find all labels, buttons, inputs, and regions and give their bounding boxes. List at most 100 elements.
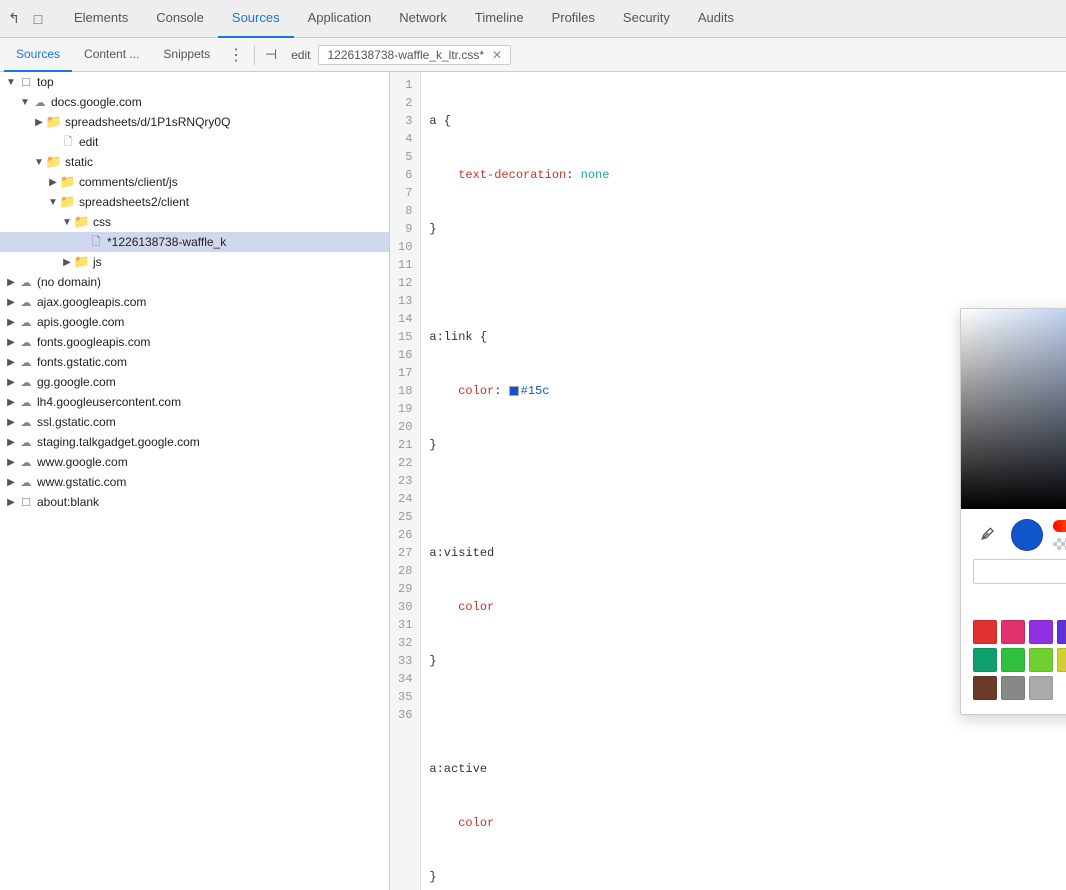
hex-format-label: HEX xyxy=(973,592,1066,604)
swatch-yellow-green[interactable] xyxy=(1057,648,1066,672)
tree-label: *1226138738-waffle_k xyxy=(107,235,226,249)
subnav-sources[interactable]: Sources xyxy=(4,38,72,72)
tree-item-spreadsheets[interactable]: ▶ 📁 spreadsheets/d/1P1sRNQry0Q xyxy=(0,112,389,132)
tree-arrow: ▶ xyxy=(4,435,18,449)
tree-item-comments[interactable]: ▶ 📁 comments/client/js xyxy=(0,172,389,192)
tree-label: fonts.googleapis.com xyxy=(37,335,150,349)
tree-label: edit xyxy=(79,135,98,149)
color-gradient-bg xyxy=(961,309,1066,509)
tree-item-staging-talkgadget[interactable]: ▶ ☁ staging.talkgadget.google.com xyxy=(0,432,389,452)
tree-item-top[interactable]: ▼ ☐ top xyxy=(0,72,389,92)
tab-security[interactable]: Security xyxy=(609,0,684,38)
tree-item-ssl-gstatic[interactable]: ▶ ☁ ssl.gstatic.com xyxy=(0,412,389,432)
swatch-purple[interactable] xyxy=(1029,620,1053,644)
tree-arrow: ▶ xyxy=(4,375,18,389)
tree-item-gg-google[interactable]: ▶ ☁ gg.google.com xyxy=(0,372,389,392)
subnav-content[interactable]: Content ... xyxy=(72,38,151,72)
tree-item-edit[interactable]: ▶ 🗋 edit xyxy=(0,132,389,152)
slider-container xyxy=(1053,520,1066,550)
cloud-icon: ☁ xyxy=(18,314,34,330)
box-icon[interactable]: □ xyxy=(28,9,48,29)
code-line-8 xyxy=(429,490,731,508)
tree-label: js xyxy=(93,255,102,269)
swatch-light-gray[interactable] xyxy=(1029,676,1053,700)
square-icon: ☐ xyxy=(18,494,34,510)
swatch-gray[interactable] xyxy=(1001,676,1025,700)
tree-item-about-blank[interactable]: ▶ ☐ about:blank xyxy=(0,492,389,512)
tab-audits[interactable]: Audits xyxy=(684,0,748,38)
tree-item-static[interactable]: ▼ 📁 static xyxy=(0,152,389,172)
tree-item-js[interactable]: ▶ 📁 js xyxy=(0,252,389,272)
cursor-icon[interactable]: ↰ xyxy=(4,9,24,29)
tree-arrow: ▶ xyxy=(4,275,18,289)
close-file-icon[interactable]: ✕ xyxy=(492,48,502,62)
tree-label: ajax.googleapis.com xyxy=(37,295,146,309)
tree-label: comments/client/js xyxy=(79,175,178,189)
swatch-lime[interactable] xyxy=(1029,648,1053,672)
color-gradient-canvas[interactable] xyxy=(961,309,1066,509)
swatch-green[interactable] xyxy=(1001,648,1025,672)
tree-arrow: ▶ xyxy=(32,115,46,129)
code-line-14: color xyxy=(429,814,731,832)
tree-arrow: ▶ xyxy=(4,295,18,309)
tree-item-docs-google[interactable]: ▼ ☁ docs.google.com xyxy=(0,92,389,112)
cloud-icon: ☁ xyxy=(32,94,48,110)
tab-network[interactable]: Network xyxy=(385,0,461,38)
tab-application[interactable]: Application xyxy=(294,0,386,38)
code-line-15: } xyxy=(429,868,731,886)
tree-label: www.gstatic.com xyxy=(37,475,126,489)
cloud-icon: ☁ xyxy=(18,274,34,290)
tree-item-www-gstatic[interactable]: ▶ ☁ www.gstatic.com xyxy=(0,472,389,492)
tree-item-css[interactable]: ▼ 📁 css xyxy=(0,212,389,232)
tab-timeline[interactable]: Timeline xyxy=(461,0,538,38)
page-purple-icon: 🗋 xyxy=(88,234,104,250)
swatch-brown[interactable] xyxy=(973,676,997,700)
tree-item-spreadsheets2[interactable]: ▼ 📁 spreadsheets2/client xyxy=(0,192,389,212)
tree-item-lh4-googleusercontent[interactable]: ▶ ☁ lh4.googleusercontent.com xyxy=(0,392,389,412)
tab-profiles[interactable]: Profiles xyxy=(538,0,609,38)
tree-label: about:blank xyxy=(37,495,99,509)
swatch-pink[interactable] xyxy=(1001,620,1025,644)
tree-label: spreadsheets2/client xyxy=(79,195,189,209)
tree-item-www-google[interactable]: ▶ ☁ www.google.com xyxy=(0,452,389,472)
tree-item-no-domain[interactable]: ▶ ☁ (no domain) xyxy=(0,272,389,292)
swatch-teal[interactable] xyxy=(973,648,997,672)
tree-item-fonts-googleapis[interactable]: ▶ ☁ fonts.googleapis.com xyxy=(0,332,389,352)
tree-arrow: ▶ xyxy=(46,175,60,189)
code-content[interactable]: a { text-decoration: none } a:link { col… xyxy=(421,72,739,890)
tree-label: fonts.gstatic.com xyxy=(37,355,127,369)
cloud-icon: ☁ xyxy=(18,474,34,490)
open-file-tab[interactable]: 1226138738-waffle_k_ltr.css* ✕ xyxy=(318,45,511,65)
cloud-icon: ☁ xyxy=(18,394,34,410)
picker-top-row xyxy=(973,519,1066,551)
collapse-panel-button[interactable]: ⊣ xyxy=(259,43,283,67)
tab-elements[interactable]: Elements xyxy=(60,0,142,38)
tree-item-fonts-gstatic[interactable]: ▶ ☁ fonts.gstatic.com xyxy=(0,352,389,372)
tree-item-apis-google[interactable]: ▶ ☁ apis.google.com xyxy=(0,312,389,332)
color-swatches-section: ▲ ▼ xyxy=(961,620,1066,714)
code-line-3: } xyxy=(429,220,731,238)
subnav-snippets[interactable]: Snippets xyxy=(151,38,222,72)
swatches-row-2 xyxy=(973,648,1066,672)
hex-input[interactable] xyxy=(982,564,1066,579)
tab-sources[interactable]: Sources xyxy=(218,0,294,38)
hue-slider[interactable] xyxy=(1053,520,1066,532)
tree-item-waffle-css[interactable]: ▶ 🗋 *1226138738-waffle_k xyxy=(0,232,389,252)
code-line-13: a:active xyxy=(429,760,731,778)
tree-item-ajax-googleapis[interactable]: ▶ ☁ ajax.googleapis.com xyxy=(0,292,389,312)
tree-arrow: ▶ xyxy=(4,475,18,489)
tree-label: docs.google.com xyxy=(51,95,142,109)
swatch-indigo[interactable] xyxy=(1057,620,1066,644)
tree-label: gg.google.com xyxy=(37,375,116,389)
swatch-red[interactable] xyxy=(973,620,997,644)
tree-arrow: ▼ xyxy=(60,215,74,229)
eyedropper-button[interactable] xyxy=(973,521,1001,549)
alpha-slider[interactable] xyxy=(1053,538,1066,550)
hex-input-wrap[interactable] xyxy=(973,559,1066,584)
code-line-9: a:visited xyxy=(429,544,731,562)
tree-label: (no domain) xyxy=(37,275,101,289)
code-line-1: a { xyxy=(429,112,731,130)
subnav-more-dots[interactable]: ⋮ xyxy=(222,45,250,65)
swatches-row-3 xyxy=(973,676,1066,700)
tab-console[interactable]: Console xyxy=(142,0,218,38)
